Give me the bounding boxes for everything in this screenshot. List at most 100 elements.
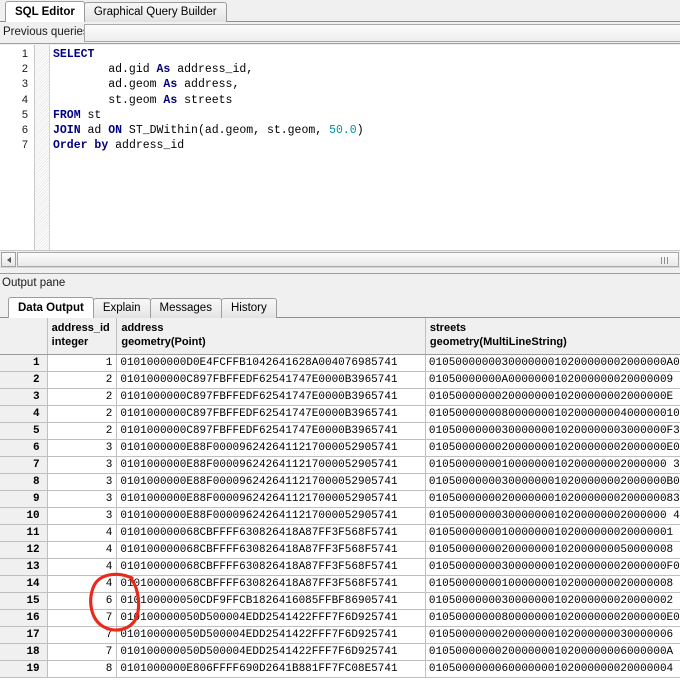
cell-streets[interactable]: 01050000000800000001020000000400000010 [425,405,680,423]
tab-graphical-query-builder[interactable]: Graphical Query Builder [83,2,227,22]
table-row[interactable]: 18 7 010100000050D500004EDD2541422FFF7F6D9… [0,643,680,661]
scrollbar-thumb[interactable] [17,252,679,267]
cell-streets[interactable]: 010500000002000000010200000006000000A 0 [425,643,680,661]
row-header[interactable]: 4 [0,405,48,423]
row-header[interactable]: 5 [0,422,48,440]
cell-address[interactable]: 010100000068CBFFFF630826418A87FF3F568F57… [116,575,426,593]
row-header[interactable]: 14 [0,575,48,593]
cell-address[interactable]: 0101000000E88F00009624264112170000529057… [116,439,426,457]
result-grid[interactable]: address_id integer address geometry(Poin… [0,318,680,697]
table-row[interactable]: 4 2 0101000000C897FBFFEDF62541747E0000B396… [0,405,680,423]
table-row[interactable]: 3 2 0101000000C897FBFFEDF62541747E0000B396… [0,388,680,406]
cell-address[interactable]: 0101000000E88F00009624264112170000529057… [116,456,426,474]
cell-address-id[interactable]: 3 [47,439,118,457]
row-header[interactable]: 3 [0,388,48,406]
tab-data-output[interactable]: Data Output [8,297,94,318]
cell-streets[interactable]: 010500000003000000010200000002000000 40 [425,507,680,525]
column-header-streets[interactable]: streets geometry(MultiLineString) [425,318,680,355]
cell-address-id[interactable]: 8 [47,660,118,678]
cell-streets[interactable]: 010500000002000000010200000002000000E [425,388,680,406]
cell-address[interactable]: 0101000000C897FBFFEDF62541747E0000B39657… [116,422,426,440]
cell-address-id[interactable]: 3 [47,473,118,491]
cell-address[interactable]: 010100000050D500004EDD2541422FFF7F6D9257… [116,609,426,627]
table-row[interactable]: 5 2 0101000000C897FBFFEDF62541747E0000B396… [0,422,680,440]
cell-streets[interactable]: 0105000000060000000102000000020000004 0 [425,660,680,678]
cell-address-id[interactable]: 7 [47,626,118,644]
cell-address-id[interactable]: 3 [47,490,118,508]
row-header[interactable]: 11 [0,524,48,542]
cell-address[interactable]: 0101000000C897FBFFEDF62541747E0000B39657… [116,405,426,423]
cell-address-id[interactable]: 4 [47,524,118,542]
cell-streets[interactable]: 010500000003000000010200000002000000B0 [425,473,680,491]
row-header[interactable]: 19 [0,660,48,678]
cell-streets[interactable]: 01050000000200000001020000000200000083 [425,490,680,508]
row-header[interactable]: 9 [0,490,48,508]
row-header[interactable]: 18 [0,643,48,661]
cell-address-id[interactable]: 1 [47,354,118,372]
table-row[interactable]: 19 8 0101000000E806FFFF690D2641B881FF7FC08… [0,660,680,678]
table-row[interactable]: 12 4 010100000068CBFFFF630826418A87FF3F568… [0,541,680,559]
pane-splitter[interactable] [0,267,680,274]
table-row[interactable]: 2 2 0101000000C897FBFFEDF62541747E0000B396… [0,371,680,389]
row-header[interactable]: 12 [0,541,48,559]
cell-address[interactable]: 010100000050CDF9FFCB1826416085FFBF869057… [116,592,426,610]
cell-address-id[interactable]: 2 [47,371,118,389]
column-header-address[interactable]: address geometry(Point) [116,318,426,355]
column-header-address-id[interactable]: address_id integer [47,318,118,355]
row-header[interactable]: 13 [0,558,48,576]
tab-sql-editor[interactable]: SQL Editor [5,1,85,22]
cell-address-id[interactable]: 3 [47,507,118,525]
table-row[interactable]: 17 7 010100000050D500004EDD2541422FFF7F6D9… [0,626,680,644]
previous-queries-combo[interactable] [84,24,680,42]
table-row[interactable]: 10 3 0101000000E88F00009624264112170000529… [0,507,680,525]
cell-address[interactable]: 0101000000E806FFFF690D2641B881FF7FC08E57… [116,660,426,678]
row-header[interactable]: 10 [0,507,48,525]
table-row[interactable]: 16 7 010100000050D500004EDD2541422FFF7F6D9… [0,609,680,627]
cell-address[interactable]: 0101000000E88F00009624264112170000529057… [116,473,426,491]
cell-address[interactable]: 010100000068CBFFFF630826418A87FF3F568F57… [116,541,426,559]
cell-streets[interactable]: 0105000000020000000102000000030000006 0 [425,626,680,644]
cell-address[interactable]: 0101000000E88F00009624264112170000529057… [116,507,426,525]
row-header[interactable]: 17 [0,626,48,644]
cell-address-id[interactable]: 2 [47,388,118,406]
table-row[interactable]: 7 3 0101000000E88F000096242641121700005290… [0,456,680,474]
cell-streets[interactable]: 010500000008000000010200000002000000E0 [425,609,680,627]
cell-address[interactable]: 010100000050D500004EDD2541422FFF7F6D9257… [116,626,426,644]
row-header[interactable]: 16 [0,609,48,627]
cell-address[interactable]: 0101000000C897FBFFEDF62541747E0000B39657… [116,371,426,389]
table-row[interactable]: 9 3 0101000000E88F000096242641121700005290… [0,490,680,508]
cell-streets[interactable]: 0105000000020000000102000000050000008 0 [425,541,680,559]
cell-address[interactable]: 010100000050D500004EDD2541422FFF7F6D9257… [116,643,426,661]
cell-streets[interactable]: 0105000000030000000102000000020000002 0 [425,592,680,610]
table-row[interactable]: 15 6 010100000050CDF9FFCB1826416085FFBF869… [0,592,680,610]
cell-address-id[interactable]: 7 [47,643,118,661]
row-header[interactable]: 6 [0,439,48,457]
table-row[interactable]: 11 4 010100000068CBFFFF630826418A87FF3F568… [0,524,680,542]
cell-streets[interactable]: 010500000003000000010200000002000000F0 [425,558,680,576]
cell-address[interactable]: 0101000000C897FBFFEDF62541747E0000B39657… [116,388,426,406]
cell-address-id[interactable]: 7 [47,609,118,627]
cell-streets[interactable]: 010500000003000000010200000002000000A0 [425,354,680,372]
table-row[interactable]: 8 3 0101000000E88F000096242641121700005290… [0,473,680,491]
cell-streets[interactable]: 010500000001000000010200000002000000 3 [425,456,680,474]
cell-address-id[interactable]: 2 [47,422,118,440]
scroll-left-arrow-icon[interactable] [1,252,16,267]
row-header[interactable]: 1 [0,354,48,372]
cell-streets[interactable]: 010500000002000000010200000002000000E0 [425,439,680,457]
tab-history[interactable]: History [220,298,277,318]
tab-explain[interactable]: Explain [92,298,151,318]
grid-corner-header[interactable] [0,318,48,355]
cell-address-id[interactable]: 4 [47,541,118,559]
table-row[interactable]: 6 3 0101000000E88F000096242641121700005290… [0,439,680,457]
cell-address-id[interactable]: 4 [47,558,118,576]
editor-hscrollbar[interactable] [0,250,680,267]
cell-address-id[interactable]: 2 [47,405,118,423]
row-header[interactable]: 15 [0,592,48,610]
cell-address[interactable]: 0101000000E88F00009624264112170000529057… [116,490,426,508]
cell-streets[interactable]: 01050000000A0000000102000000020000009 [425,371,680,389]
cell-address-id[interactable]: 6 [47,592,118,610]
cell-streets[interactable]: 0105000000010000000102000000020000008 0 [425,575,680,593]
table-row[interactable]: 1 1 0101000000D0E4FCFFB1042641628A00407698… [0,354,680,372]
row-header[interactable]: 7 [0,456,48,474]
cell-streets[interactable]: 010500000003000000010200000003000000F3 [425,422,680,440]
